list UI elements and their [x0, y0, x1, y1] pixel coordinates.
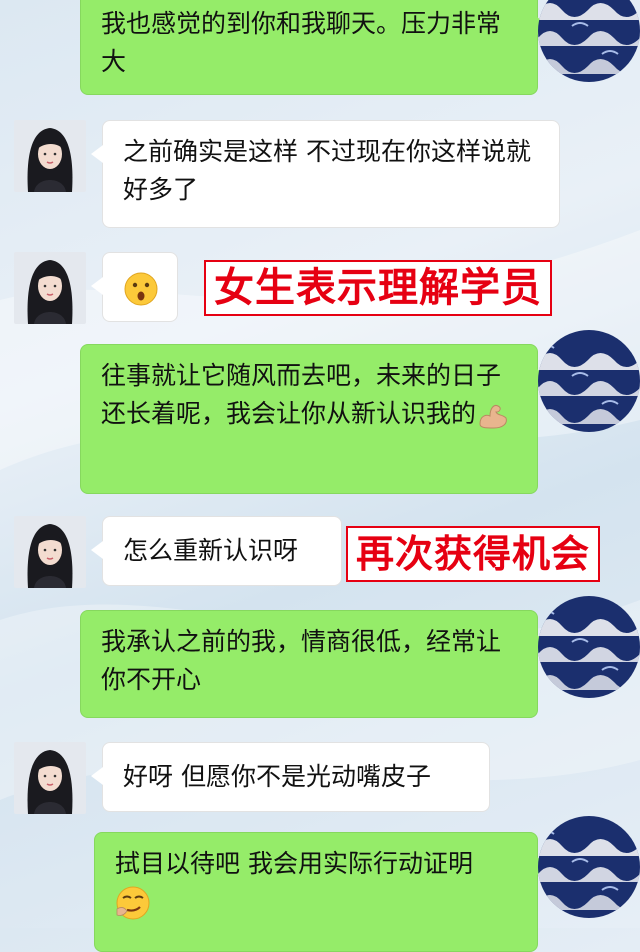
message-bubble[interactable]: 往事就让它随风而去吧，未来的日子还长着呢，我会让你从新认识我的	[80, 344, 549, 494]
annotation-understand: 女生表示理解学员	[204, 260, 552, 316]
my-avatar[interactable]	[538, 816, 640, 918]
girl-avatar-icon	[14, 742, 86, 814]
message-text: 往事就让它随风而去吧，未来的日子还长着呢，我会让你从新认识我的	[101, 361, 502, 428]
my-avatar[interactable]	[538, 596, 640, 698]
smirking-face-emoji-icon	[116, 886, 150, 920]
message-text: 怎么重新认识呀	[123, 536, 299, 565]
message-bubble[interactable]: 我承认之前的我，情商很低，经常让你不开心	[80, 610, 549, 718]
her-avatar[interactable]	[14, 742, 86, 814]
message-bubble[interactable]: 之前确实是这样 不过现在你这样说就好多了	[91, 120, 560, 228]
my-avatar[interactable]	[538, 0, 640, 82]
wave-avatar-icon	[538, 816, 640, 918]
wave-avatar-icon	[538, 596, 640, 698]
girl-avatar-icon	[14, 252, 86, 324]
her-avatar[interactable]	[14, 516, 86, 588]
message-text: 拭目以待吧 我会用实际行动证明	[115, 849, 473, 878]
message-bubble[interactable]: 我也感觉的到你和我聊天。压力非常大	[80, 0, 549, 95]
girl-avatar-icon	[14, 120, 86, 192]
her-avatar[interactable]	[14, 120, 86, 192]
surprised-face-emoji-icon	[124, 272, 158, 306]
message-bubble[interactable]: 好呀 但愿你不是光动嘴皮子	[91, 742, 490, 812]
wave-avatar-icon	[538, 330, 640, 432]
message-bubble[interactable]: 拭目以待吧 我会用实际行动证明	[94, 832, 549, 952]
message-text: 之前确实是这样 不过现在你这样说就好多了	[123, 137, 531, 204]
message-bubble[interactable]: 怎么重新认识呀	[91, 516, 342, 586]
girl-avatar-icon	[14, 516, 86, 588]
message-text: 好呀 但愿你不是光动嘴皮子	[123, 762, 431, 791]
my-avatar[interactable]	[538, 330, 640, 432]
annotation-chance: 再次获得机会	[346, 526, 601, 582]
message-text: 我也感觉的到你和我聊天。压力非常大	[101, 9, 502, 76]
message-bubble[interactable]	[91, 252, 178, 322]
flexed-biceps-emoji-icon	[479, 405, 507, 429]
message-text: 我承认之前的我，情商很低，经常让你不开心	[101, 627, 502, 694]
wave-avatar-icon	[538, 0, 640, 82]
her-avatar[interactable]	[14, 252, 86, 324]
